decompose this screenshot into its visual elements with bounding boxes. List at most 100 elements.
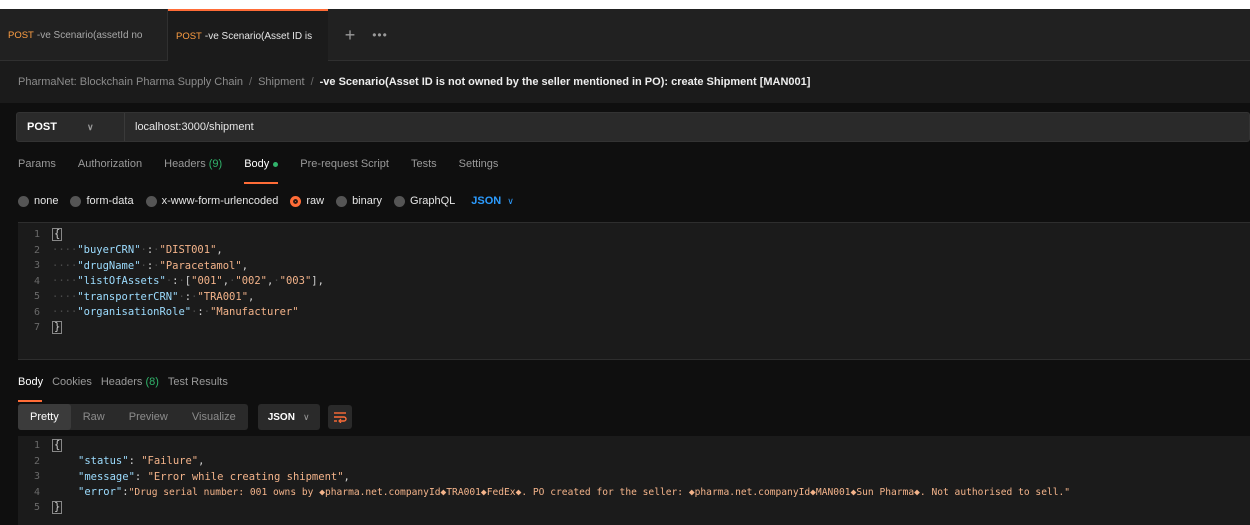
request-name[interactable]: -ve Scenario(Asset ID is not owned by th… <box>320 76 811 88</box>
request-tab-1[interactable]: POST -ve Scenario(assetId no <box>0 9 168 61</box>
breadcrumb-folder[interactable]: Shipment <box>258 76 304 88</box>
request-tabs: Params Authorization Headers (9) Body Pr… <box>18 158 520 184</box>
body-type-selector: none form-data x-www-form-urlencoded raw… <box>18 192 514 210</box>
radio-raw[interactable]: raw <box>290 195 324 207</box>
code-line: 1 { <box>18 227 1250 243</box>
body-format-select[interactable]: JSON ∨ <box>471 195 514 207</box>
json-value: "TRA001" <box>197 290 249 303</box>
tab-settings[interactable]: Settings <box>459 158 499 180</box>
response-body-viewer[interactable]: 1 { 2 "status": "Failure", 3 "message": … <box>18 436 1250 525</box>
code-line: 6 ···· "organisationRole" ·: · "Manufacturer… <box>18 305 1250 321</box>
view-pretty-button[interactable]: Pretty <box>18 404 71 430</box>
breadcrumb: PharmaNet: Blockchain Pharma Supply Chai… <box>0 61 1250 103</box>
view-raw-button[interactable]: Raw <box>71 404 117 430</box>
request-tab-2[interactable]: POST -ve Scenario(Asset ID is <box>168 9 328 61</box>
close-brace: } <box>52 321 63 335</box>
radio-label: none <box>34 195 59 207</box>
line-number: 3 <box>33 260 40 272</box>
json-value: "003" <box>279 275 312 288</box>
radio-circle-icon <box>70 195 82 207</box>
line-number: 1 <box>33 229 40 241</box>
view-preview-button[interactable]: Preview <box>117 404 180 430</box>
url-input[interactable] <box>135 121 1035 133</box>
json-key: "drugName" <box>77 259 141 272</box>
json-key: "buyerCRN" <box>77 244 141 257</box>
radio-binary[interactable]: binary <box>336 195 382 207</box>
tab-title: -ve Scenario(assetId no <box>36 29 143 41</box>
radio-label: GraphQL <box>410 195 456 207</box>
response-tab-cookies[interactable]: Cookies <box>52 376 92 396</box>
line-number: 4 <box>33 275 40 287</box>
tab-tests[interactable]: Tests <box>411 158 437 180</box>
body-indicator-dot-icon <box>273 161 279 167</box>
tab-body[interactable]: Body <box>244 158 279 184</box>
method-select[interactable]: POST ∨ <box>17 113 125 141</box>
new-tab-plus-icon[interactable]: + <box>340 23 360 47</box>
line-number: 1 <box>33 440 40 452</box>
format-label: JSON <box>471 195 502 207</box>
response-tab-test-results[interactable]: Test Results <box>168 376 228 396</box>
tab-body-label: Body <box>244 158 270 170</box>
breadcrumb-separator: / <box>310 76 314 88</box>
code-line: 4 ···· "listOfAssets" ·: ·["001", · "002", · "0… <box>18 274 1250 290</box>
tab-method: POST <box>176 30 202 42</box>
breadcrumb-collection[interactable]: PharmaNet: Blockchain Pharma Supply Chai… <box>18 76 243 88</box>
request-bar: POST ∨ <box>16 112 1250 142</box>
json-key: "listOfAssets" <box>77 275 166 288</box>
response-format-select[interactable]: JSON ∨ <box>257 404 320 430</box>
json-value: "Failure" <box>141 455 199 468</box>
line-number: 2 <box>33 244 40 256</box>
open-brace: { <box>52 228 63 242</box>
response-headers-label: Headers <box>100 376 143 388</box>
response-tab-headers[interactable]: Headers (8) <box>101 376 159 396</box>
tab-title: -ve Scenario(Asset ID is <box>204 30 313 42</box>
response-view-bar: Pretty Raw Preview Visualize JSON ∨ <box>18 404 352 430</box>
code-line: 2 "status": "Failure", <box>18 454 1250 470</box>
response-tab-body[interactable]: Body <box>18 376 43 402</box>
code-line: 5 ···· "transporterCRN" ·: · "TRA001", <box>18 289 1250 305</box>
view-mode-group: Pretty Raw Preview Visualize <box>18 404 248 430</box>
radio-circle-icon <box>18 195 29 207</box>
json-value: "001" <box>191 275 223 288</box>
line-number: 2 <box>33 455 40 467</box>
code-line: 4 "error": "Drug serial number: 001 owns … <box>18 485 1250 501</box>
view-visualize-button[interactable]: Visualize <box>180 404 248 430</box>
line-number: 5 <box>33 502 40 514</box>
json-key: "transporterCRN" <box>77 290 179 303</box>
close-brace: } <box>52 501 63 515</box>
json-value: "Error while creating shipment" <box>147 470 344 483</box>
method-label: POST <box>27 121 57 133</box>
radio-form-data[interactable]: form-data <box>70 195 134 207</box>
code-line: 1 { <box>18 438 1250 454</box>
window-top-strip <box>0 0 1250 9</box>
radio-circle-icon <box>336 195 348 207</box>
tab-method: POST <box>8 29 34 41</box>
line-number: 4 <box>33 486 40 498</box>
line-number: 7 <box>33 322 40 334</box>
tab-pre-request-script[interactable]: Pre-request Script <box>300 158 389 180</box>
code-line: 5 } <box>18 500 1250 516</box>
chevron-down-icon: ∨ <box>302 412 310 422</box>
chevron-down-icon: ∨ <box>86 121 94 132</box>
radio-urlencoded[interactable]: x-www-form-urlencoded <box>145 195 278 207</box>
json-value: "DIST001" <box>159 244 217 257</box>
response-tabs: Body Cookies Headers (8) Test Results <box>18 376 237 402</box>
tab-headers[interactable]: Headers (9) <box>164 158 222 180</box>
more-tabs-icon[interactable]: ••• <box>370 23 390 47</box>
json-value: "Paracetamol" <box>159 259 242 272</box>
radio-label: binary <box>352 195 383 207</box>
response-headers-count: (8) <box>145 376 159 388</box>
request-body-editor[interactable]: 1 { 2 ···· "buyerCRN" ·: · "DIST001", 3 ····… <box>18 222 1250 360</box>
radio-graphql[interactable]: GraphQL <box>394 195 455 207</box>
tab-authorization[interactable]: Authorization <box>78 158 142 180</box>
line-number: 3 <box>33 471 40 483</box>
tab-params[interactable]: Params <box>18 158 56 180</box>
tab-headers-label: Headers <box>164 158 206 170</box>
json-key: "error" <box>78 486 123 499</box>
radio-none[interactable]: none <box>18 195 58 207</box>
code-line: 3 "message": "Error while creating shipm… <box>18 469 1250 485</box>
wrap-lines-button[interactable] <box>327 405 352 429</box>
radio-selected-icon <box>290 195 302 207</box>
line-number: 6 <box>33 306 40 318</box>
open-brace: { <box>52 439 63 453</box>
